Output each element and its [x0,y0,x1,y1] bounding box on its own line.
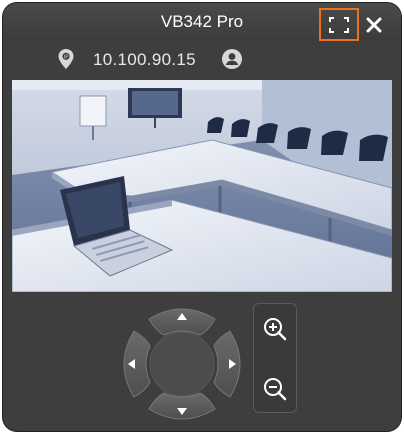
pan-right-button[interactable] [213,330,241,398]
pan-down-button[interactable] [148,392,216,420]
zoom-out-icon[interactable] [262,376,288,402]
zoom-in-icon[interactable] [262,316,288,342]
title-bar: VB342 Pro [3,3,401,41]
map-pin-icon: IP [58,49,74,69]
conference-room-scene [12,80,392,292]
close-icon [366,17,382,33]
device-info-bar: IP 10.100.90.15 [3,45,401,75]
svg-text:IP: IP [64,54,69,60]
fullscreen-button[interactable] [319,8,359,41]
user-icon[interactable] [221,48,243,70]
camera-video-feed[interactable] [12,80,392,292]
close-button[interactable] [361,12,387,38]
ptz-direction-pad [123,308,241,420]
pan-up-button[interactable] [148,308,216,336]
camera-window: VB342 Pro IP 10.100.90.15 [3,3,401,431]
zoom-controls [253,303,297,413]
ip-address: 10.100.90.15 [93,50,196,69]
fullscreen-icon [329,16,349,33]
pan-left-button[interactable] [123,330,151,398]
